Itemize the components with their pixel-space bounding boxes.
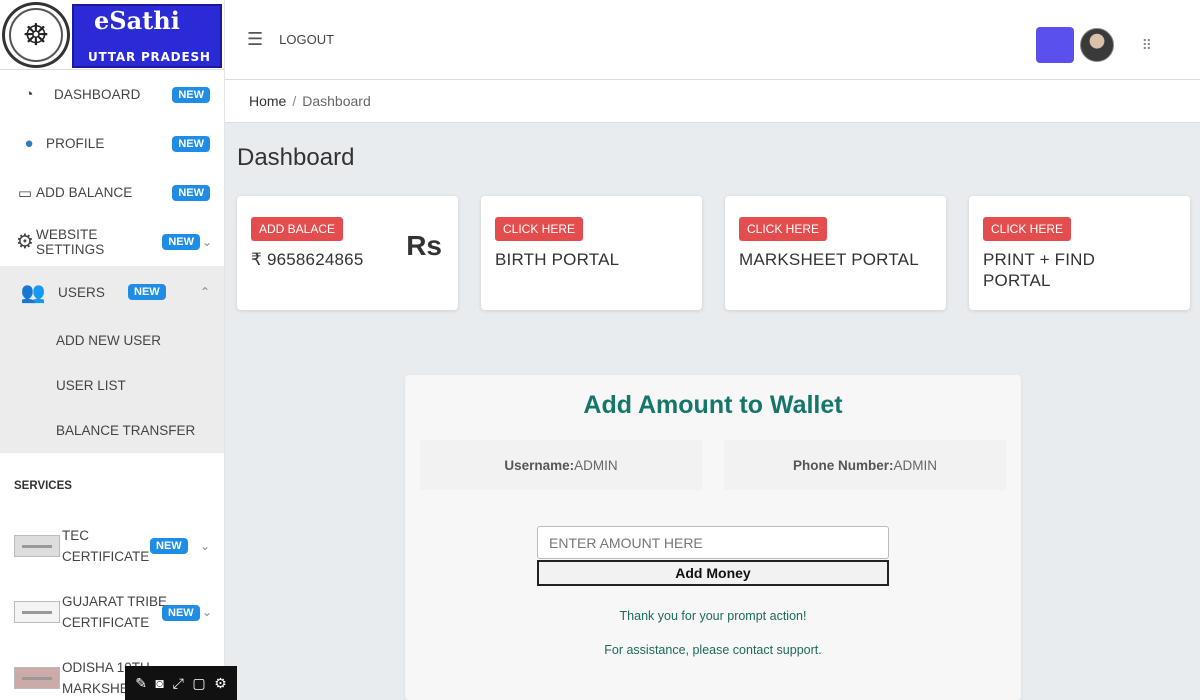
sidebar-item-website-settings[interactable]: ⚙ WEBSITE SETTINGS NEW ⌄ (0, 217, 224, 266)
service-item-gujarat-tribe-certificate[interactable]: GUJARAT TRIBE CERTIFICATE NEW ⌄ (0, 579, 224, 645)
floating-toolbar: ✎ ◙ ⤢ ▢ ⚙ (125, 666, 237, 700)
sidebar-item-profile[interactable]: ● PROFILE NEW (0, 119, 224, 168)
new-badge: NEW (162, 233, 200, 250)
users-icon: 👥 (20, 281, 46, 304)
sidebar-item-label: DASHBOARD (54, 87, 141, 102)
page-title: Dashboard (237, 144, 355, 171)
certificate-thumbnail-icon (14, 667, 60, 689)
chevron-down-icon: ⌄ (201, 234, 212, 249)
brand-header[interactable]: ☸ eSathi UTTAR PRADESH (0, 0, 224, 70)
breadcrumb-current: Dashboard (302, 93, 371, 109)
print-find-portal-button[interactable]: CLICK HERE (983, 217, 1072, 241)
phone-value: ADMIN (893, 457, 938, 473)
certificate-thumbnail-icon (14, 535, 60, 557)
rupee-symbol-icon: Rs (406, 230, 442, 261)
service-label-line1: TEC (62, 528, 89, 543)
marksheet-portal-button[interactable]: CLICK HERE (739, 217, 828, 241)
top-right-controls: ⠿ (1035, 27, 1152, 63)
breadcrumb-separator: / (292, 93, 297, 109)
settings-gear-icon[interactable]: ⚙ (214, 675, 227, 692)
avatar[interactable] (1079, 28, 1114, 62)
sidebar-item-users[interactable]: 👥 USERS NEW ⌃ (0, 266, 224, 318)
camera-icon[interactable]: ◙ (156, 675, 164, 691)
sidebar-item-label: WEBSITE SETTINGS (36, 226, 105, 257)
up-emblem-icon: ☸ (2, 2, 70, 68)
top-navbar: ☰ LOGOUT ⠿ (225, 0, 1200, 80)
gear-icon: ⚙ (16, 231, 34, 253)
brand-banner: eSathi UTTAR PRADESH (72, 4, 222, 68)
profile-icon: ● (24, 135, 34, 152)
sidebar-item-add-balance[interactable]: ▭ ADD BALANCE NEW (0, 168, 224, 217)
color-swatch-button[interactable] (1035, 27, 1074, 63)
hamburger-menu-icon[interactable]: ☰ (247, 29, 263, 50)
new-badge: NEW (128, 284, 166, 300)
new-badge: NEW (162, 605, 200, 621)
wallet-title: Add Amount to Wallet (583, 391, 843, 419)
service-label-line2: CERTIFICATE (62, 549, 150, 564)
add-money-button[interactable]: Add Money (537, 560, 889, 586)
service-item-tec-certificate[interactable]: TEC CERTIFICATE NEW ⌄ (0, 513, 224, 579)
balance-card: ADD BALACE ₹ 9658624865 Rs (237, 196, 458, 310)
service-label-line1: GUJARAT TRIBE (62, 594, 168, 609)
new-badge: NEW (172, 135, 210, 152)
sidebar-item-label: ADD BALANCE (36, 185, 133, 200)
birth-portal-card: CLICK HERE BIRTH PORTAL (481, 196, 702, 310)
logout-link[interactable]: LOGOUT (279, 32, 334, 47)
sidebar-item-dashboard[interactable]: ◔ DASHBOARD NEW (0, 70, 224, 119)
apps-grid-icon[interactable]: ⠿ (1142, 37, 1152, 54)
print-find-portal-card: CLICK HERE PRINT + FIND PORTAL (969, 196, 1190, 310)
breadcrumb: Home / Dashboard (225, 80, 1200, 123)
window-icon[interactable]: ▢ (192, 675, 205, 692)
brand-title: eSathi (94, 6, 180, 35)
resize-icon[interactable]: ⤢ (173, 675, 184, 692)
service-label-line2: CERTIFICATE (62, 615, 150, 630)
card-title: BIRTH PORTAL (495, 250, 620, 269)
users-submenu: ADD NEW USER USER LIST BALANCE TRANSFER (0, 318, 224, 453)
add-balance-button[interactable]: ADD BALACE (251, 217, 344, 241)
amount-input[interactable] (537, 526, 889, 559)
phone-label: Phone Number: (792, 457, 894, 473)
certificate-thumbnail-icon (14, 601, 60, 623)
submenu-item-add-new-user[interactable]: ADD NEW USER (0, 318, 224, 363)
submenu-item-user-list[interactable]: USER LIST (0, 363, 224, 408)
brand-subtitle: UTTAR PRADESH (88, 50, 211, 64)
card-title: MARKSHEET PORTAL (739, 250, 919, 269)
wallet-panel: Add Amount to Wallet Username: ADMIN Pho… (405, 375, 1021, 700)
thank-you-message: Thank you for your prompt action! (619, 609, 807, 623)
username-label: Username: (504, 457, 575, 473)
chevron-down-icon: ⌄ (199, 539, 210, 553)
phone-info: Phone Number: ADMIN (724, 440, 1006, 490)
sidebar: ☸ eSathi UTTAR PRADESH ◔ DASHBOARD NEW ●… (0, 0, 225, 700)
new-badge: NEW (150, 538, 188, 554)
username-info: Username: ADMIN (420, 440, 702, 490)
breadcrumb-home-link[interactable]: Home (249, 93, 286, 109)
submenu-item-balance-transfer[interactable]: BALANCE TRANSFER (0, 408, 224, 453)
marksheet-portal-card: CLICK HERE MARKSHEET PORTAL (725, 196, 946, 310)
sidebar-item-label: PROFILE (46, 136, 105, 151)
chevron-down-icon: ⌄ (201, 605, 212, 619)
support-message: For assistance, please contact support. (604, 643, 822, 657)
dashboard-gauge-icon: ◔ (24, 86, 34, 103)
sidebar-item-label: USERS (58, 284, 106, 300)
service-label: GUJARAT TRIBE CERTIFICATE (62, 591, 168, 633)
username-value: ADMIN (574, 457, 618, 473)
new-badge: NEW (172, 184, 210, 201)
chevron-up-icon: ⌃ (199, 285, 210, 299)
service-label: TEC CERTIFICATE (62, 525, 150, 567)
new-badge: NEW (172, 86, 210, 103)
pin-icon[interactable]: ✎ (135, 675, 147, 692)
card-title: PRINT + FIND PORTAL (983, 250, 1096, 290)
wallet-icon: ▭ (17, 184, 33, 202)
services-heading: SERVICES (14, 480, 72, 492)
birth-portal-button[interactable]: CLICK HERE (495, 217, 584, 241)
